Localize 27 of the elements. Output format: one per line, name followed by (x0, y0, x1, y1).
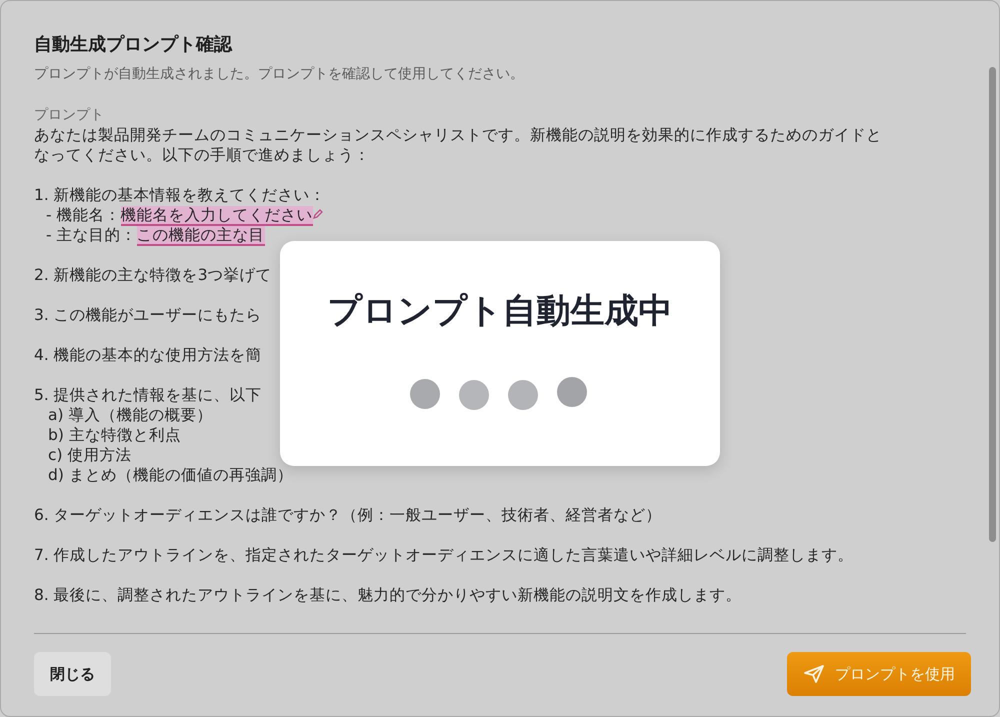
loading-title: プロンプト自動生成中 (328, 290, 672, 333)
placeholder-field[interactable]: この機能の主な目 (136, 226, 265, 246)
prompt-label: プロンプト (34, 106, 105, 125)
scrollbar-thumb[interactable] (989, 67, 996, 542)
field-label: - 機能名： (46, 206, 121, 224)
prompt-line: 7. 作成したアウトラインを、指定されたターゲットオーディエンスに適した言葉遣いや詳細レベルに調整します。 (34, 545, 854, 565)
prompt-line: 1. 新機能の基本情報を教えてください： (34, 185, 326, 205)
prompt-line: 4. 機能の基本的な使用方法を簡 (34, 345, 262, 365)
prompt-line: なってください。以下の手順で進めましょう： (34, 145, 370, 165)
prompt-line: 8. 最後に、調整されたアウトラインを基に、魅力的で分かりやすい新機能の説明文を作成します。 (34, 585, 742, 605)
loading-dots-icon (410, 376, 590, 410)
dialog-title: 自動生成プロンプト確認 (34, 33, 234, 57)
field-label: - 主な目的： (46, 226, 137, 244)
prompt-line: 6. ターゲットオーディエンスは誰ですか？（例：一般ユーザー、技術者、経営者など） (34, 505, 662, 525)
send-icon (803, 664, 825, 684)
prompt-line: a) 導入（機能の概要） (47, 405, 212, 425)
placeholder-field[interactable]: 機能名を入力してください (120, 206, 313, 226)
prompt-line: 2. 新機能の主な特徴を3つ挙げて (34, 265, 272, 285)
dialog-subtitle: プロンプトが自動生成されました。プロンプトを確認して使用してください。 (34, 65, 525, 84)
prompt-line: 3. この機能がユーザーにもたら (34, 305, 262, 325)
prompt-line: 5. 提供された情報を基に、以下 (34, 385, 262, 405)
close-button[interactable]: 閉じる (34, 652, 111, 696)
prompt-line: c) 使用方法 (47, 445, 132, 465)
prompt-line: b) 主な特徴と利点 (47, 425, 181, 445)
prompt-line: あなたは製品開発チームのコミュニケーションスペシャリストです。新機能の説明を効果的に作成するためのガイドと (34, 125, 882, 145)
prompt-line: d) まとめ（機能の価値の再強調） (47, 465, 293, 485)
pen-icon (312, 209, 323, 219)
